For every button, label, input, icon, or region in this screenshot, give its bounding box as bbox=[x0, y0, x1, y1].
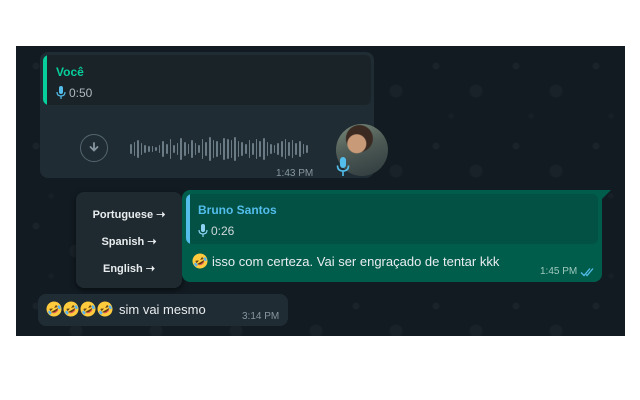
waveform-bar bbox=[205, 142, 208, 156]
quote-author: Você bbox=[56, 65, 84, 79]
waveform-bar bbox=[133, 142, 136, 156]
message-text-row: isso com certeza. Vai ser engraçado de t… bbox=[192, 253, 499, 269]
outgoing-message-bubble[interactable]: Bruno Santos 0:26 isso com certeza. Vai … bbox=[182, 190, 602, 282]
waveform-bar bbox=[173, 145, 175, 153]
waveform-bar bbox=[130, 144, 132, 154]
rolling-laughing-emoji-icon bbox=[80, 301, 96, 317]
waveform-bar bbox=[176, 143, 179, 155]
bubble-tail bbox=[602, 190, 611, 199]
waveform-bar bbox=[241, 142, 243, 156]
incoming-message-bubble[interactable]: sim vai mesmo 3:14 PM bbox=[38, 294, 288, 326]
mic-icon bbox=[336, 157, 350, 176]
quoted-message[interactable]: Bruno Santos 0:26 bbox=[186, 194, 598, 244]
mic-icon bbox=[56, 86, 66, 99]
message-time: 1:45 PM bbox=[540, 266, 578, 277]
message-text: sim vai mesmo bbox=[119, 301, 206, 317]
waveform-bar bbox=[248, 140, 251, 158]
message-time: 1:43 PM bbox=[276, 168, 314, 179]
waveform-bar bbox=[273, 145, 276, 153]
quote-duration-text: 0:50 bbox=[69, 86, 93, 100]
waveform-bar bbox=[162, 141, 164, 157]
waveform-bar bbox=[158, 145, 161, 153]
waveform-bar bbox=[237, 141, 240, 157]
waveform-bar bbox=[219, 143, 222, 155]
translate-menu: Portuguese ➝ Spanish ➝ English ➝ bbox=[76, 192, 182, 288]
message-text-row: sim vai mesmo bbox=[46, 301, 206, 317]
waveform-bar bbox=[194, 143, 197, 155]
rolling-laughing-emoji-icon bbox=[63, 301, 79, 317]
chat-panel: Você 0:50 1:43 PM Portuguese ➝ Spanish ➝… bbox=[16, 46, 625, 336]
menu-item-english[interactable]: English ➝ bbox=[76, 262, 182, 275]
quote-accent-bar bbox=[43, 55, 47, 105]
waveform-bar bbox=[191, 140, 193, 158]
quote-accent-bar bbox=[186, 194, 190, 244]
waveform-bar bbox=[216, 141, 218, 157]
rolling-laughing-emoji-icon bbox=[192, 253, 208, 269]
waveform-bar bbox=[169, 139, 172, 159]
waveform-bar bbox=[259, 141, 261, 157]
quoted-message[interactable]: Você 0:50 bbox=[43, 55, 371, 105]
waveform-bar bbox=[137, 140, 139, 158]
menu-item-spanish[interactable]: Spanish ➝ bbox=[76, 235, 182, 248]
quote-author: Bruno Santos bbox=[198, 203, 277, 217]
waveform-bar bbox=[201, 139, 204, 159]
waveform-bar bbox=[151, 146, 154, 152]
waveform-bar bbox=[230, 140, 233, 158]
download-button[interactable] bbox=[80, 134, 108, 162]
waveform-bar bbox=[298, 141, 301, 157]
download-icon bbox=[89, 142, 99, 152]
message-time: 3:14 PM bbox=[242, 311, 280, 322]
waveform-bar bbox=[245, 144, 247, 154]
quote-duration: 0:50 bbox=[56, 86, 92, 100]
waveform-bar bbox=[291, 140, 294, 158]
rolling-laughing-emoji-icon bbox=[46, 301, 62, 317]
waveform-bar bbox=[180, 138, 182, 160]
waveform-bar bbox=[277, 143, 279, 155]
mic-icon bbox=[198, 224, 208, 237]
waveform-bar bbox=[140, 143, 143, 155]
waveform-bar bbox=[252, 143, 254, 155]
waveform-bar bbox=[306, 145, 308, 153]
waveform-bar bbox=[295, 143, 297, 155]
waveform-bar bbox=[266, 142, 269, 156]
waveform-bar bbox=[209, 137, 211, 161]
quote-duration-text: 0:26 bbox=[211, 224, 235, 238]
waveform-bar bbox=[198, 145, 200, 153]
waveform-bar bbox=[183, 142, 186, 156]
waveform-bar bbox=[165, 144, 168, 154]
waveform-bar bbox=[144, 145, 146, 153]
message-meta: 1:45 PM bbox=[540, 266, 596, 277]
waveform-bar bbox=[227, 139, 229, 159]
waveform-bar bbox=[147, 146, 150, 152]
waveform-bar bbox=[234, 137, 236, 161]
waveform-bar bbox=[223, 138, 226, 160]
waveform-bar bbox=[187, 144, 190, 154]
waveform-bar bbox=[255, 139, 258, 159]
waveform-bar bbox=[262, 138, 265, 160]
menu-item-portuguese[interactable]: Portuguese ➝ bbox=[76, 208, 182, 221]
waveform-bar bbox=[155, 147, 157, 151]
rolling-laughing-emoji-icon bbox=[97, 301, 113, 317]
message-text: isso com certeza. Vai ser engraçado de t… bbox=[212, 253, 500, 269]
waveform-bar bbox=[302, 144, 305, 154]
quote-duration: 0:26 bbox=[198, 224, 234, 238]
waveform-bar bbox=[284, 139, 287, 159]
waveform-bar bbox=[270, 144, 272, 154]
voice-waveform[interactable] bbox=[130, 136, 308, 162]
double-check-read-icon bbox=[580, 267, 594, 276]
waveform-bar bbox=[280, 141, 283, 157]
waveform-bar bbox=[288, 142, 290, 156]
waveform-bar bbox=[212, 140, 215, 158]
voice-message-bubble[interactable]: Você 0:50 1:43 PM bbox=[40, 52, 388, 179]
